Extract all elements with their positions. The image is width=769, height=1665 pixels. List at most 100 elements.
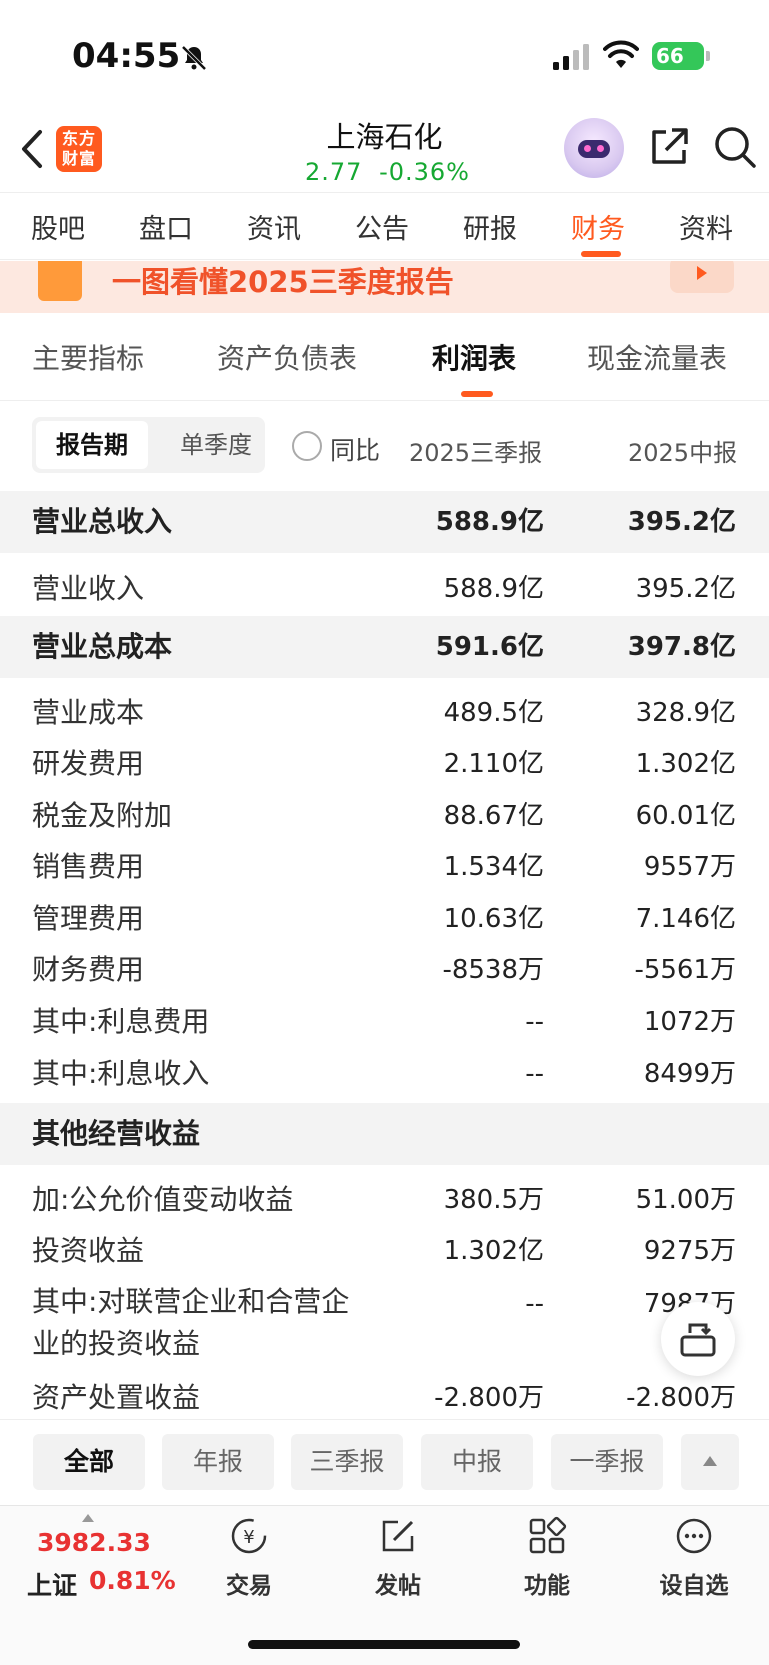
row-label: 营业成本	[32, 696, 145, 729]
switch-view-button[interactable]	[661, 1302, 735, 1376]
filter-row: 报告期 单季度 同比 2025三季报 2025中报	[0, 401, 769, 491]
row-label: 管理费用	[32, 902, 145, 935]
nav-label: 发帖	[375, 1573, 421, 1599]
report-period-option[interactable]: 报告期	[36, 421, 148, 469]
row-value-q3: --	[525, 1007, 544, 1037]
row-value-q3: 2.110亿	[443, 749, 544, 779]
row-value-q3: 588.9亿	[443, 574, 544, 604]
row-label: 其中:利息收入	[32, 1057, 210, 1090]
period-type-toggle: 报告期 单季度	[32, 417, 265, 473]
stock-change: -0.36%	[379, 158, 470, 186]
tab-pankou[interactable]: 盘口	[139, 207, 193, 246]
nav-trade[interactable]: ¥ 交易	[199, 1516, 299, 1600]
nav-post[interactable]: 发帖	[348, 1516, 448, 1600]
index-change[interactable]: 0.81%	[89, 1566, 176, 1595]
index-value[interactable]: 3982.33	[37, 1528, 151, 1557]
scroll-top-button[interactable]	[681, 1434, 739, 1490]
table-row[interactable]: 营业总收入 588.9亿 395.2亿	[0, 491, 769, 553]
nav-features[interactable]: 功能	[497, 1516, 597, 1600]
tab-research[interactable]: 研报	[463, 207, 517, 246]
column-header-h1: 2025中报	[628, 439, 738, 467]
row-value-h1: 8499万	[643, 1059, 736, 1089]
nav-add-watchlist[interactable]: 设自选	[644, 1516, 744, 1600]
row-value-q3: 1.302亿	[443, 1236, 544, 1266]
row-value-q3: 380.5万	[443, 1185, 544, 1215]
svg-text:¥: ¥	[243, 1527, 254, 1548]
period-q1-button[interactable]: 一季报	[551, 1434, 663, 1490]
row-value-q3: 489.5亿	[443, 698, 544, 728]
battery-tip	[706, 51, 710, 61]
index-name[interactable]: 上证	[27, 1566, 77, 1602]
tab-profile[interactable]: 资料	[679, 207, 733, 246]
row-label: 研发费用	[32, 747, 145, 780]
row-value-q3: 591.6亿	[435, 632, 544, 662]
header: 东方财富 上海石化 2.77 -0.36%	[0, 110, 769, 192]
battery-level: 66	[656, 44, 684, 68]
period-annual-button[interactable]: 年报	[162, 1434, 274, 1490]
row-value-h1: -5561万	[634, 955, 736, 985]
row-label: 营业收入	[32, 572, 145, 605]
stock-price-line: 2.77 -0.36%	[305, 158, 470, 186]
play-icon[interactable]	[670, 261, 734, 293]
tab-income-statement[interactable]: 利润表	[432, 337, 516, 377]
tab-cash-flow[interactable]: 现金流量表	[587, 337, 727, 377]
tab-balance-sheet[interactable]: 资产负债表	[217, 337, 357, 377]
search-icon[interactable]	[712, 124, 758, 170]
period-h1-button[interactable]: 中报	[421, 1434, 533, 1490]
banner-text: 一图看懂2025三季度报告	[112, 265, 454, 299]
tab-guba[interactable]: 股吧	[31, 207, 85, 246]
row-label: 加:公允价值变动收益	[32, 1183, 294, 1216]
battery-indicator: 66	[652, 42, 704, 70]
row-label: 投资收益	[32, 1234, 145, 1267]
status-time: 04:55	[72, 36, 181, 76]
yoy-label: 同比	[330, 436, 381, 465]
row-value-q3: 1.534亿	[443, 852, 544, 882]
row-value-h1: 395.2亿	[627, 507, 736, 537]
period-q3-button[interactable]: 三季报	[291, 1434, 403, 1490]
row-label: 其中:对联营企业和合营企业的投资收益	[32, 1285, 350, 1360]
period-all-button[interactable]: 全部	[33, 1434, 145, 1490]
more-icon	[676, 1518, 712, 1554]
cellular-signal-icon	[553, 44, 589, 70]
row-value-h1: 395.2亿	[635, 574, 736, 604]
nav-label: 设自选	[659, 1573, 729, 1599]
edit-icon	[382, 1520, 414, 1552]
row-value-q3: --	[525, 1059, 544, 1089]
row-label: 其中:利息费用	[32, 1005, 210, 1038]
stock-price: 2.77	[305, 158, 363, 186]
nav-label: 交易	[226, 1573, 272, 1599]
row-value-h1: 328.9亿	[635, 698, 736, 728]
table-row[interactable]: 营业总成本 591.6亿 397.8亿	[0, 616, 769, 678]
tab-key-indicators[interactable]: 主要指标	[32, 337, 144, 377]
active-subtab-indicator	[461, 391, 493, 397]
nav-label: 功能	[524, 1573, 570, 1599]
row-label: 营业总收入	[32, 505, 173, 538]
row-value-q3: 10.63亿	[443, 904, 544, 934]
period-filter-bar: 全部 年报 三季报 中报 一季报	[0, 1419, 769, 1505]
tab-announcements[interactable]: 公告	[355, 207, 409, 246]
home-indicator	[248, 1640, 520, 1649]
tab-finance[interactable]: 财务	[571, 207, 625, 246]
row-value-q3: --	[525, 1289, 544, 1319]
top-tab-bar: 股吧 盘口 资讯 公告 研报 财务 资料	[0, 192, 769, 260]
tab-news[interactable]: 资讯	[247, 207, 301, 246]
row-value-h1: 7.146亿	[635, 904, 736, 934]
report-banner[interactable]: 一图看懂2025三季度报告	[0, 261, 769, 313]
yoy-radio[interactable]	[292, 431, 322, 461]
assistant-robot-icon[interactable]	[564, 118, 624, 178]
row-value-h1: 1.302亿	[635, 749, 736, 779]
share-icon[interactable]	[648, 126, 690, 168]
wifi-icon	[603, 40, 639, 68]
row-label: 营业总成本	[32, 630, 173, 663]
grid-icon	[529, 1516, 567, 1554]
table-row[interactable]: 其他经营收益	[0, 1103, 769, 1165]
row-value-q3: -2.800万	[434, 1383, 544, 1413]
single-quarter-option[interactable]: 单季度	[180, 421, 260, 469]
statement-tab-bar: 主要指标 资产负债表 利润表 现金流量表	[0, 313, 769, 401]
row-value-h1: 60.01亿	[635, 801, 736, 831]
row-label: 销售费用	[32, 850, 145, 883]
row-label: 资产处置收益	[32, 1381, 201, 1414]
table-row[interactable]: 其中:对联营企业和合营企业的投资收益 -- 7987万	[0, 1281, 769, 1371]
row-label: 税金及附加	[32, 799, 173, 832]
row-label: 财务费用	[32, 953, 145, 986]
